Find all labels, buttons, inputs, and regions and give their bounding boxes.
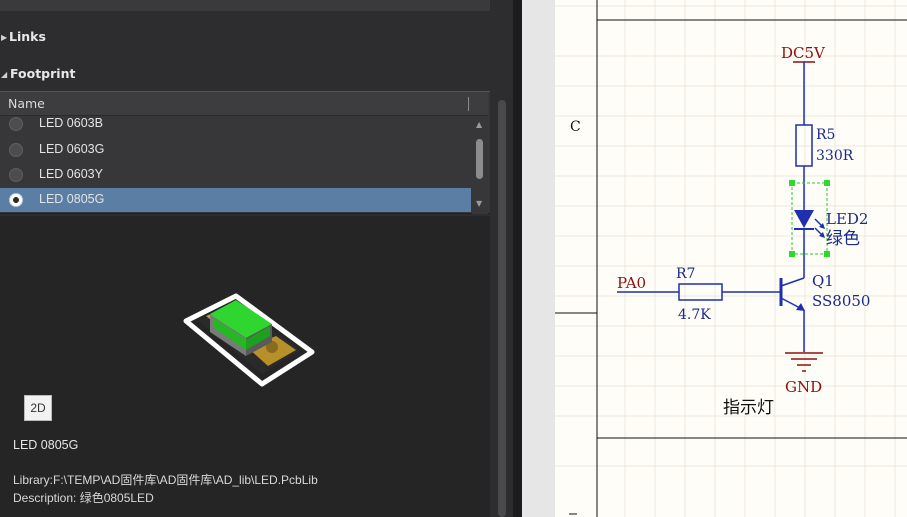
- r7-designator: R7: [676, 266, 695, 282]
- resistor-r7[interactable]: R7 4.7K: [676, 266, 781, 323]
- schematic-sheet: C DC5V R5 330R LED2 绿色 PA0 R7 4.7K Q1 SS…: [555, 0, 907, 517]
- footprint-row-led-0603g[interactable]: LED 0603G: [0, 138, 471, 162]
- footprint-preview: 2D LED 0805G Library:F:\TEMP\AD固件库\AD固件库…: [0, 216, 490, 517]
- r5-designator: R5: [816, 127, 835, 143]
- radio-icon[interactable]: [9, 143, 23, 157]
- q1-designator: Q1: [812, 272, 834, 290]
- footprint-label: Footprint: [10, 66, 76, 81]
- list-column-header[interactable]: Name: [0, 92, 488, 116]
- footprint-row-led-0805g[interactable]: LED 0805G: [0, 188, 471, 212]
- sheet-border: [555, 0, 907, 517]
- r7-value: 4.7K: [678, 307, 711, 323]
- net-pa0[interactable]: PA0: [617, 274, 679, 293]
- panel-divider[interactable]: [513, 0, 522, 517]
- library-path: Library:F:\TEMP\AD固件库\AD固件库\AD_lib\LED.P…: [13, 473, 318, 487]
- scroll-down-icon[interactable]: ▼: [476, 199, 482, 208]
- footprint-list: Name LED 0603B LED 0603G LED 0603Y LED 0…: [0, 91, 490, 214]
- ground-port-gnd[interactable]: GND: [785, 352, 823, 396]
- column-name-label: Name: [8, 96, 45, 111]
- footprint-name: LED 0603B: [39, 116, 103, 130]
- collapse-triangle-icon: ▶: [1, 33, 8, 42]
- q1-value: SS8050: [812, 292, 870, 310]
- expand-triangle-icon: ◢: [1, 70, 8, 79]
- footprint-name: LED 0805G: [39, 192, 105, 206]
- power-port-dc5v[interactable]: DC5V: [781, 44, 826, 125]
- led2-comment: 绿色: [826, 229, 860, 249]
- list-scroll-thumb[interactable]: [476, 139, 483, 179]
- component-description: Description: 绿色0805LED: [13, 491, 154, 505]
- properties-panel: ▶ Links ◢ Footprint Name LED 0603B LED 0…: [0, 0, 522, 517]
- app-root: ▶ Links ◢ Footprint Name LED 0603B LED 0…: [0, 0, 907, 517]
- radio-icon[interactable]: [9, 117, 23, 131]
- footprint-section-header[interactable]: ◢ Footprint: [0, 64, 490, 86]
- r5-value: 330R: [816, 148, 854, 164]
- links-label: Links: [9, 29, 46, 44]
- radio-icon[interactable]: [9, 193, 23, 207]
- links-section-header[interactable]: ▶ Links: [0, 27, 490, 49]
- footprint-row-led-0603b[interactable]: LED 0603B: [0, 114, 471, 134]
- sheet-margin: [522, 0, 555, 517]
- footprint-row-led-0603y[interactable]: LED 0603Y: [0, 163, 471, 187]
- zone-label: C: [570, 119, 581, 135]
- radio-icon[interactable]: [9, 168, 23, 182]
- list-scrollbar[interactable]: ▲ ▼: [472, 117, 488, 214]
- component-name: LED 0805G: [13, 438, 79, 452]
- block-title: 指示灯: [723, 398, 774, 418]
- transistor-q1[interactable]: Q1 SS8050: [779, 272, 870, 352]
- footprint-name: LED 0603G: [39, 142, 105, 156]
- input-net-label: PA0: [617, 274, 646, 292]
- ground-net-label: GND: [785, 378, 822, 396]
- led2-designator: LED2: [826, 210, 868, 228]
- sheet-grid: [555, 0, 907, 517]
- 3d-footprint-model: [183, 293, 315, 387]
- scroll-up-icon[interactable]: ▲: [476, 120, 482, 129]
- panel-scroll-thumb[interactable]: [498, 100, 506, 517]
- panel-top-strip: [0, 0, 490, 11]
- column-separator[interactable]: [468, 97, 469, 111]
- view-2d-button[interactable]: 2D: [24, 395, 52, 421]
- led-led2[interactable]: LED2 绿色: [789, 180, 868, 278]
- footprint-name: LED 0603Y: [39, 167, 103, 181]
- power-net-label: DC5V: [781, 44, 826, 62]
